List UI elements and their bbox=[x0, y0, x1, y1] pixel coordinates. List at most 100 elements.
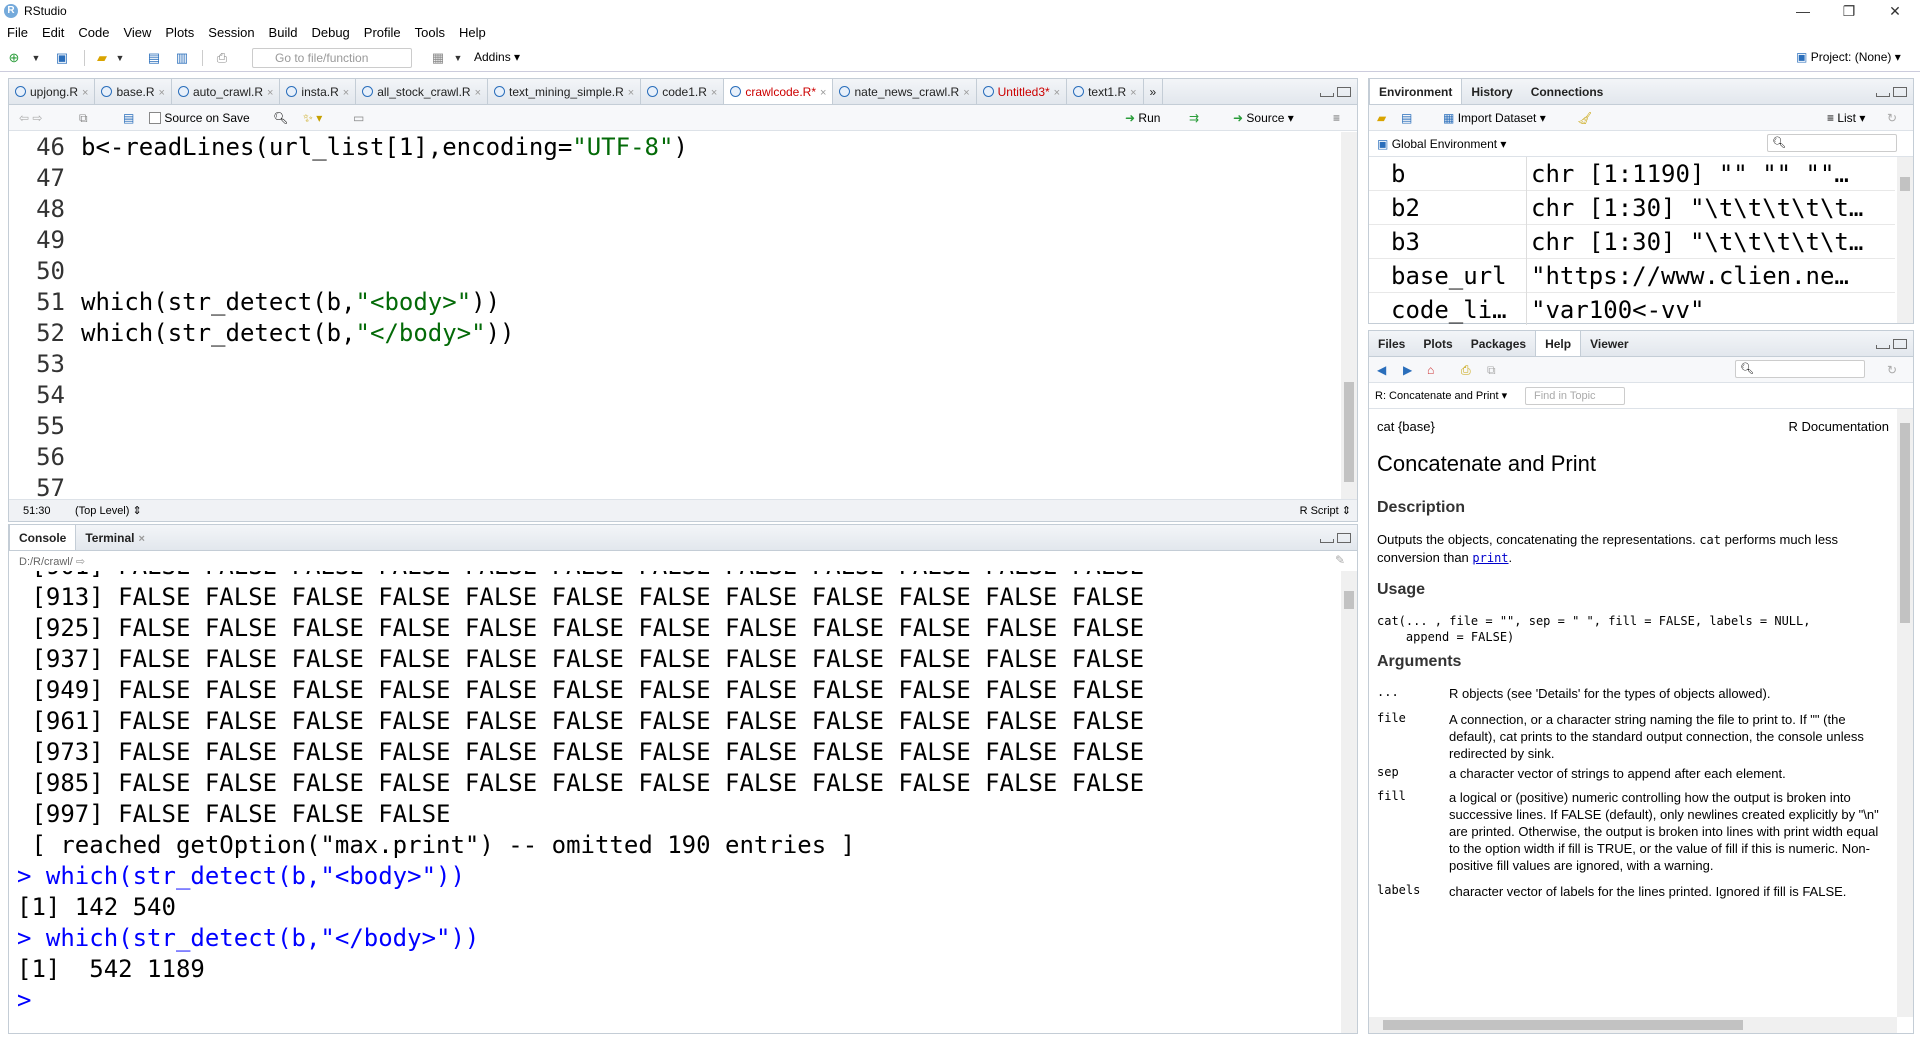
save-icon[interactable]: ▤ bbox=[146, 50, 162, 66]
env-scrollbar[interactable] bbox=[1897, 157, 1913, 323]
help-back-icon[interactable]: ◀ bbox=[1377, 362, 1386, 378]
editor-tab[interactable]: text1.R × bbox=[1067, 79, 1144, 104]
editor-tab[interactable]: code1.R × bbox=[641, 79, 725, 104]
help-topic-select[interactable]: R: Concatenate and Print ▾ bbox=[1375, 388, 1507, 404]
tab-connections[interactable]: Connections bbox=[1522, 79, 1613, 104]
env-row[interactable]: base_url "https://www.clien.ne… bbox=[1369, 259, 1895, 293]
minimize-button[interactable]: — bbox=[1780, 0, 1826, 22]
rerun-icon[interactable]: ⇉ bbox=[1189, 110, 1199, 126]
menu-plots[interactable]: Plots bbox=[158, 22, 201, 44]
close-tab-icon[interactable]: × bbox=[159, 87, 165, 99]
tab-environment[interactable]: Environment bbox=[1369, 79, 1463, 104]
close-terminal-icon[interactable]: × bbox=[138, 533, 144, 545]
help-vscrollbar[interactable] bbox=[1897, 409, 1913, 1017]
more-tabs-icon[interactable]: » bbox=[1144, 79, 1164, 104]
env-row[interactable]: b2 chr [1:30] "\t\t\t\t\t… bbox=[1369, 191, 1895, 225]
editor-tab[interactable]: auto_crawl.R × bbox=[172, 79, 281, 104]
console-scrollbar[interactable] bbox=[1341, 571, 1357, 1033]
find-in-topic-input[interactable]: Find in Topic bbox=[1525, 387, 1625, 405]
code-line[interactable] bbox=[81, 256, 688, 287]
help-home-icon[interactable]: ⌂ bbox=[1427, 362, 1434, 378]
refresh-env-icon[interactable]: ↻ bbox=[1887, 110, 1897, 126]
editor-tab[interactable]: insta.R × bbox=[280, 79, 357, 104]
code-line[interactable] bbox=[81, 442, 688, 473]
help-minmax[interactable] bbox=[1873, 338, 1907, 350]
project-menu[interactable]: ▣ Project: (None) ▾ bbox=[1796, 50, 1901, 64]
env-row[interactable]: b3 chr [1:30] "\t\t\t\t\t… bbox=[1369, 225, 1895, 259]
env-minmax[interactable] bbox=[1873, 86, 1907, 98]
help-hscrollbar[interactable] bbox=[1369, 1017, 1897, 1033]
close-tab-icon[interactable]: × bbox=[343, 87, 349, 99]
console-output[interactable]: [901] FALSE FALSE FALSE FALSE FALSE FALS… bbox=[17, 571, 1341, 1033]
run-button[interactable]: ➜ Run bbox=[1125, 110, 1160, 126]
load-workspace-icon[interactable]: ▰ bbox=[1377, 110, 1386, 126]
scope-selector[interactable]: (Top Level) ⇕ bbox=[75, 500, 142, 522]
editor-scrollbar[interactable] bbox=[1341, 132, 1357, 499]
tab-console[interactable]: Console bbox=[9, 525, 77, 550]
tab-viewer[interactable]: Viewer bbox=[1581, 331, 1637, 356]
help-forward-icon[interactable]: ▶ bbox=[1403, 362, 1412, 378]
editor-save-icon[interactable]: ▤ bbox=[123, 110, 134, 126]
filetype-selector[interactable]: R Script ⇕ bbox=[1300, 500, 1351, 522]
tab-help[interactable]: Help bbox=[1535, 331, 1582, 356]
close-tab-icon[interactable]: × bbox=[267, 87, 273, 99]
close-tab-icon[interactable]: × bbox=[82, 87, 88, 99]
addins-menu[interactable]: Addins ▾ bbox=[474, 50, 520, 64]
editor-tab[interactable]: Untitled3* × bbox=[977, 79, 1068, 104]
source-button[interactable]: ➜ Source ▾ bbox=[1233, 110, 1294, 126]
code-line[interactable] bbox=[81, 473, 688, 499]
env-row[interactable]: code_li… "var100<-vv" bbox=[1369, 293, 1895, 325]
code-line[interactable] bbox=[81, 194, 688, 225]
close-tab-icon[interactable]: × bbox=[1130, 87, 1136, 99]
editor-tab[interactable]: nate_news_crawl.R × bbox=[833, 79, 977, 104]
tab-plots[interactable]: Plots bbox=[1414, 331, 1461, 356]
code-line[interactable]: b<-readLines(url_list[1],encoding="UTF-8… bbox=[81, 132, 688, 163]
find-icon[interactable]: 🔍︎ bbox=[273, 110, 288, 126]
code-line[interactable]: which(str_detect(b,"<body>")) bbox=[81, 287, 688, 318]
close-window-button[interactable]: ✕ bbox=[1872, 0, 1918, 22]
code-line[interactable] bbox=[81, 225, 688, 256]
goto-dir-icon[interactable]: ⇨ bbox=[76, 556, 85, 568]
menu-view[interactable]: View bbox=[116, 22, 158, 44]
print-icon[interactable]: ⎙ bbox=[214, 50, 230, 66]
open-dropdown-icon[interactable]: ▼ bbox=[112, 50, 128, 66]
refresh-help-icon[interactable]: ↻ bbox=[1887, 362, 1897, 378]
editor-tab[interactable]: text_mining_simple.R × bbox=[488, 79, 642, 104]
outline-icon[interactable]: ≡ bbox=[1333, 110, 1340, 126]
help-popout-icon[interactable]: ⧉ bbox=[1487, 362, 1496, 378]
import-dataset-button[interactable]: ▦ Import Dataset ▾ bbox=[1443, 110, 1546, 126]
show-in-window-icon[interactable]: ⧉ bbox=[79, 110, 88, 126]
save-workspace-icon[interactable]: ▤ bbox=[1401, 110, 1412, 126]
code-line[interactable]: which(str_detect(b,"</body>")) bbox=[81, 318, 688, 349]
code-line[interactable] bbox=[81, 349, 688, 380]
menu-code[interactable]: Code bbox=[71, 22, 116, 44]
env-row[interactable]: b chr [1:1190] "" "" ""… bbox=[1369, 157, 1895, 191]
code-tools-icon[interactable]: ✨︎ ▾ bbox=[303, 110, 322, 126]
tab-packages[interactable]: Packages bbox=[1462, 331, 1535, 356]
tab-history[interactable]: History bbox=[1462, 79, 1521, 104]
menu-tools[interactable]: Tools bbox=[408, 22, 452, 44]
new-project-icon[interactable]: ▣ bbox=[54, 50, 70, 66]
code-line[interactable] bbox=[81, 163, 688, 194]
tab-terminal[interactable]: Terminal × bbox=[76, 525, 154, 550]
menu-file[interactable]: File bbox=[0, 22, 35, 44]
env-search-input[interactable]: 🔍︎ bbox=[1767, 134, 1897, 152]
env-scope-select[interactable]: ▣ Global Environment ▾ bbox=[1377, 136, 1506, 152]
close-tab-icon[interactable]: × bbox=[1054, 87, 1060, 99]
close-tab-icon[interactable]: × bbox=[628, 87, 634, 99]
clear-workspace-icon[interactable]: 🧹︎ bbox=[1577, 110, 1592, 126]
maximize-button[interactable]: ❐ bbox=[1826, 0, 1872, 22]
menu-profile[interactable]: Profile bbox=[357, 22, 408, 44]
code-line[interactable] bbox=[81, 380, 688, 411]
close-tab-icon[interactable]: × bbox=[820, 87, 826, 99]
close-tab-icon[interactable]: × bbox=[711, 87, 717, 99]
menu-help[interactable]: Help bbox=[452, 22, 493, 44]
goto-file-input[interactable]: Go to file/function bbox=[252, 48, 412, 68]
clear-console-icon[interactable]: ✎ bbox=[1335, 553, 1345, 567]
print-link[interactable]: print bbox=[1472, 551, 1508, 565]
view-mode-select[interactable]: ≡ List ▾ bbox=[1827, 110, 1865, 126]
code-editor[interactable]: 46 47 48 49 50 51 52 53 54 55 56 57 b<-readLines(ur… bbox=[9, 132, 1339, 499]
tab-files[interactable]: Files bbox=[1369, 331, 1414, 356]
editor-tab[interactable]: upjong.R × bbox=[9, 79, 96, 104]
help-search-input[interactable]: 🔍︎ bbox=[1735, 360, 1865, 378]
